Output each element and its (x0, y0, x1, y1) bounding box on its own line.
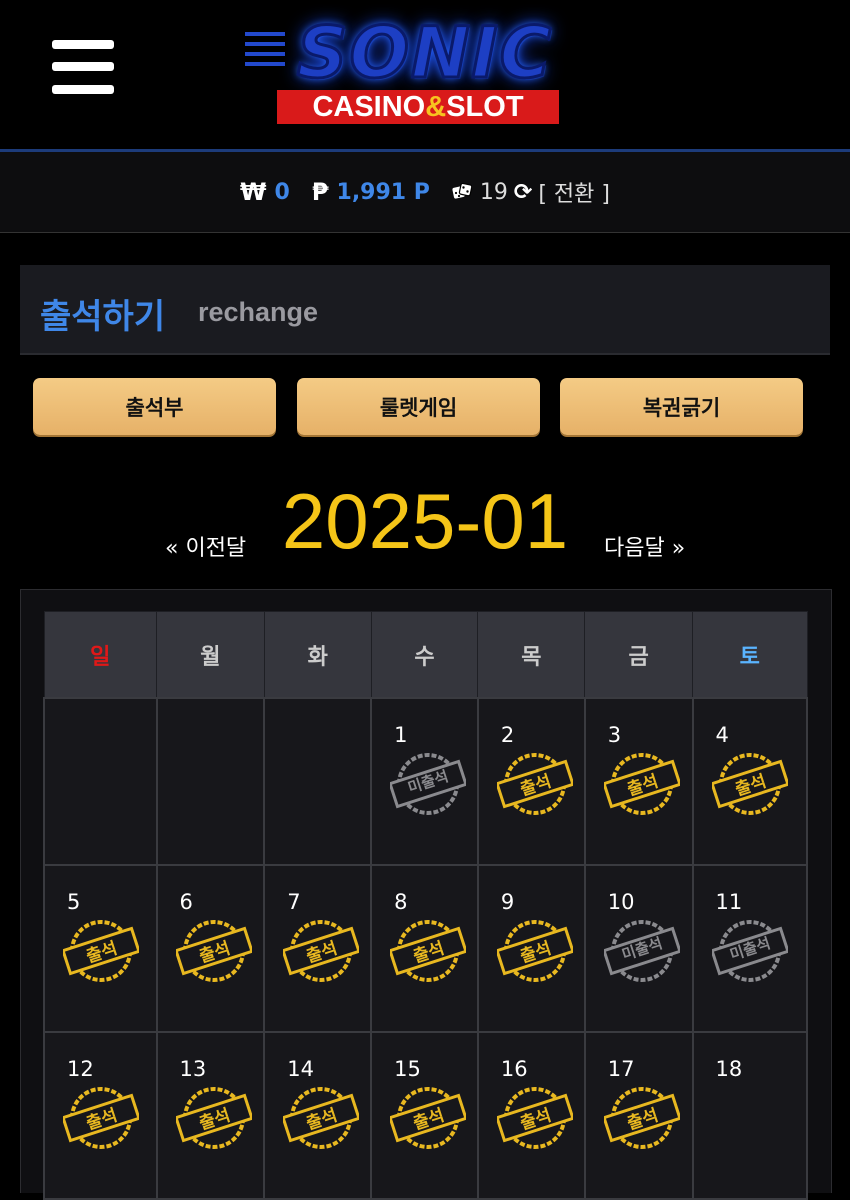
calendar-day-cell: 18 (691, 1031, 808, 1200)
weekday-thu: 목 (477, 611, 586, 699)
day-number: 14 (287, 1057, 315, 1081)
day-number: 9 (500, 890, 515, 914)
day-number: 11 (715, 890, 743, 914)
dice-icon (452, 182, 472, 199)
logo-sub-text: CASINO&SLOT (277, 90, 559, 124)
calendar-empty-cell (263, 697, 373, 866)
day-number: 12 (67, 1057, 94, 1081)
calendar-week-row: 1 미출석 2 출석 3 출석 4 출석 (43, 697, 808, 866)
day-number: 18 (715, 1057, 743, 1081)
calendar-day-cell: 8 출석 (370, 864, 479, 1033)
refresh-icon[interactable]: ⟳ (514, 180, 532, 205)
calendar-day-cell: 16 출석 (476, 1031, 586, 1200)
calendar-day-cell: 5 출석 (43, 864, 158, 1033)
point-balance: 1,991 P (336, 179, 430, 205)
lottery-button[interactable]: 복권긁기 (560, 378, 803, 435)
calendar-day-cell: 15 출석 (370, 1031, 479, 1200)
day-number: 16 (500, 1057, 528, 1081)
weekday-sun: 일 (43, 611, 158, 699)
logo-main-text: SONIC (296, 11, 553, 96)
attendance-calendar: 일 월 화 수 목 금 토 1 미출석 2 출석 3 출석 4 출석 5 출석 6 출석 7 출석 8 출석 9… (43, 611, 808, 1200)
attended-stamp-icon: 출석 (173, 1085, 254, 1151)
calendar-week-row: 5 출석 6 출석 7 출석 8 출석 9 출석 10 미출석 11 미출석 (43, 864, 808, 1033)
attended-stamp-icon: 출석 (173, 918, 254, 984)
point-icon: ₱ (311, 178, 329, 206)
attended-stamp-icon: 출석 (709, 751, 790, 817)
menu-icon[interactable] (52, 40, 114, 96)
convert-button[interactable]: [ 전환 ] (538, 176, 610, 208)
weekday-wed: 수 (370, 611, 479, 699)
day-number: 3 (607, 723, 622, 747)
attended-stamp-icon: 출석 (388, 1085, 468, 1151)
calendar-day-cell: 9 출석 (476, 864, 586, 1033)
next-month-link[interactable]: 다음달 » (604, 530, 685, 562)
day-number: 1 (394, 723, 408, 747)
attended-stamp-icon: 출석 (281, 918, 362, 984)
calendar-day-cell: 4 출석 (691, 697, 808, 866)
calendar-day-cell: 7 출석 (263, 864, 373, 1033)
absent-stamp-icon: 미출석 (388, 751, 468, 817)
attended-stamp-icon: 출석 (601, 1085, 682, 1151)
absent-stamp-icon: 미출석 (709, 918, 790, 984)
calendar-day-cell: 10 미출석 (583, 864, 694, 1033)
attended-stamp-icon: 출석 (495, 1085, 575, 1151)
day-number: 4 (715, 723, 729, 747)
day-number: 2 (500, 723, 515, 747)
site-header: SONIC CASINO&SLOT (0, 0, 850, 152)
weekday-sat: 토 (692, 611, 808, 699)
calendar-empty-cell (43, 697, 158, 866)
day-number: 15 (394, 1057, 421, 1081)
day-number: 10 (607, 890, 635, 914)
day-number: 6 (179, 890, 193, 914)
dice-count: 19 (479, 179, 508, 205)
calendar-day-cell: 6 출석 (155, 864, 266, 1033)
attended-stamp-icon: 출석 (601, 751, 682, 817)
page-title: 출석하기 (40, 297, 166, 337)
day-number: 13 (179, 1057, 207, 1081)
attended-stamp-icon: 출석 (281, 1085, 362, 1151)
won-icon: ₩ (240, 178, 267, 206)
won-balance: 0 (274, 179, 290, 205)
calendar-empty-cell (155, 697, 266, 866)
weekday-tue: 화 (263, 611, 372, 699)
calendar-day-cell: 14 출석 (263, 1031, 373, 1200)
calendar-day-cell: 2 출석 (476, 697, 586, 866)
balance-bar: ₩ 0 ₱ 1,991 P 19 ⟳ [ 전환 ] (0, 152, 850, 233)
roulette-button[interactable]: 룰렛게임 (297, 378, 540, 435)
page-title-box: 출석하기 rechange (20, 265, 830, 355)
day-number: 7 (287, 890, 301, 914)
calendar-day-cell: 11 미출석 (691, 864, 808, 1033)
day-number: 8 (394, 890, 408, 914)
logo-sub-right: SLOT (446, 91, 524, 123)
logo-sub-left: CASINO (312, 91, 426, 123)
current-month: 2025-01 (281, 477, 569, 565)
weekday-fri: 금 (584, 611, 693, 699)
attendance-button[interactable]: 출석부 (33, 378, 276, 435)
attended-stamp-icon: 출석 (61, 1085, 141, 1151)
page-subtitle: rechange (198, 297, 319, 327)
calendar-day-cell: 1 미출석 (370, 697, 479, 866)
weekday-mon: 월 (156, 611, 265, 699)
absent-stamp-icon: 미출석 (601, 918, 682, 984)
logo-sub-amp: & (425, 91, 447, 123)
site-logo[interactable]: SONIC CASINO&SLOT (245, 10, 585, 130)
calendar-day-cell: 13 출석 (155, 1031, 266, 1200)
weekday-header-row: 일 월 화 수 목 금 토 (43, 611, 808, 699)
attended-stamp-icon: 출석 (388, 918, 468, 984)
calendar-day-cell: 3 출석 (583, 697, 694, 866)
calendar-week-row: 12 출석 13 출석 14 출석 15 출석 16 출석 17 출석 18 (43, 1031, 808, 1200)
prev-month-link[interactable]: « 이전달 (165, 530, 246, 562)
day-number: 17 (607, 1057, 635, 1081)
calendar-day-cell: 17 출석 (583, 1031, 694, 1200)
calendar-day-cell: 12 출석 (43, 1031, 158, 1200)
attended-stamp-icon: 출석 (495, 918, 575, 984)
attended-stamp-icon: 출석 (495, 751, 575, 817)
attended-stamp-icon: 출석 (61, 918, 141, 984)
day-number: 5 (67, 890, 81, 914)
